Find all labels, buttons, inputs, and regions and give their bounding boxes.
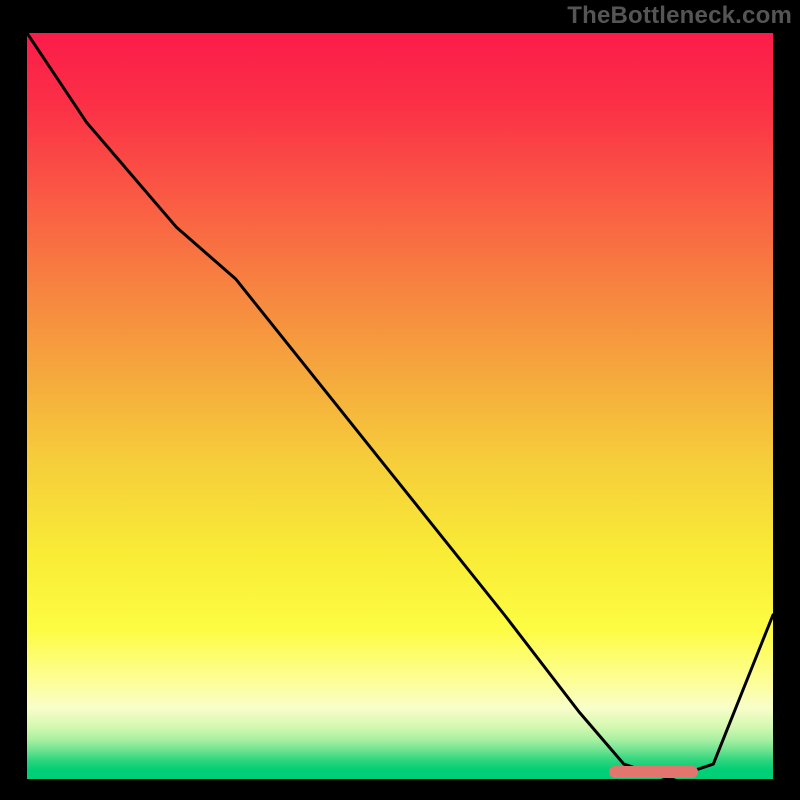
bottleneck-curve: [27, 33, 773, 779]
optimum-marker: [609, 766, 699, 778]
chart-plot-area: [24, 30, 776, 782]
watermark-text: TheBottleneck.com: [567, 2, 792, 30]
chart-frame: TheBottleneck.com: [0, 0, 800, 800]
